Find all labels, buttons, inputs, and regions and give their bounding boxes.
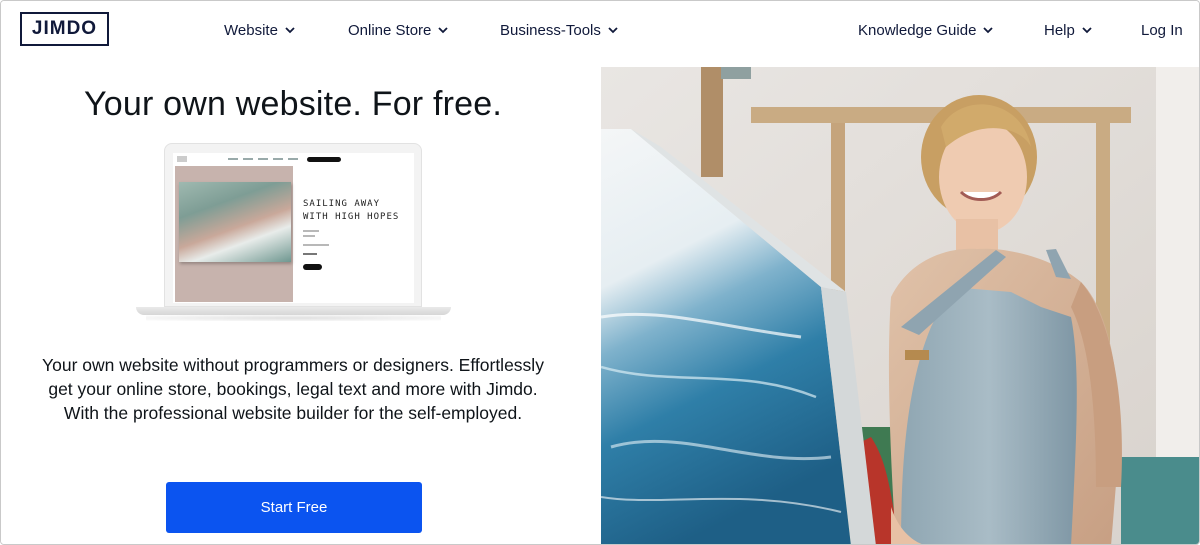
laptop-base: [136, 307, 451, 315]
mockup-text-line: [303, 244, 329, 246]
login-label: Log In: [1141, 21, 1183, 39]
login-link[interactable]: Log In: [1141, 20, 1183, 40]
mockup-text-line: [303, 235, 315, 237]
start-free-button[interactable]: Start Free: [166, 482, 422, 533]
nav-knowledge-guide[interactable]: Knowledge Guide: [858, 20, 994, 40]
jimdo-logo[interactable]: JIMDO: [20, 12, 109, 46]
mockup-button: [303, 264, 322, 270]
hero-content: Your own website. For free. SAILING AWAY…: [1, 67, 601, 544]
mockup-title-line-1: SAILING AWAY: [303, 199, 381, 209]
nav-knowledge-guide-label: Knowledge Guide: [858, 21, 977, 39]
hero-description: Your own website without programmers or …: [42, 355, 544, 423]
hero-photo-artist: [601, 67, 1199, 544]
mockup-title: SAILING AWAY WITH HIGH HOPES: [303, 198, 399, 224]
nav-business-tools-label: Business-Tools: [500, 21, 601, 39]
nav-help-label: Help: [1044, 21, 1075, 39]
mockup-nav: [173, 153, 414, 165]
chevron-down-icon: [438, 25, 449, 35]
laptop-screen: SAILING AWAY WITH HIGH HOPES: [164, 143, 422, 307]
hero-headline: Your own website. For free.: [83, 85, 502, 123]
site-header: JIMDO Website Online Store Business-Tool…: [1, 1, 1199, 67]
laptop-mockup: SAILING AWAY WITH HIGH HOPES: [136, 143, 451, 328]
nav-help[interactable]: Help: [1044, 20, 1092, 40]
nav-business-tools[interactable]: Business-Tools: [500, 20, 618, 40]
mockup-text-line: [303, 230, 319, 232]
chevron-down-icon: [608, 25, 618, 35]
mockup-site-preview: SAILING AWAY WITH HIGH HOPES: [173, 153, 414, 303]
nav-online-store[interactable]: Online Store: [348, 20, 449, 40]
nav-website[interactable]: Website: [224, 20, 295, 40]
browser-viewport: JIMDO Website Online Store Business-Tool…: [0, 0, 1200, 545]
laptop-shadow: [146, 315, 441, 321]
mockup-painting: [179, 182, 291, 262]
artist-illustration: [601, 67, 1199, 544]
logo-text: JIMDO: [31, 18, 98, 39]
chevron-down-icon: [983, 25, 994, 35]
chevron-down-icon: [285, 25, 295, 35]
nav-website-label: Website: [224, 21, 278, 39]
mockup-text-line: [303, 253, 317, 255]
mockup-title-line-2: WITH HIGH HOPES: [303, 212, 400, 222]
chevron-down-icon: [1082, 25, 1092, 35]
nav-online-store-label: Online Store: [348, 21, 432, 39]
